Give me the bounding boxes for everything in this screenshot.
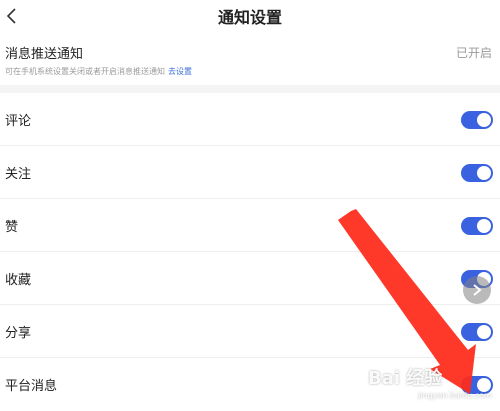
setting-row-share: 分享 <box>0 305 500 358</box>
setting-label: 平台消息 <box>5 379 58 394</box>
push-notification-section: 消息推送通知 已开启 可在手机系统设置关闭或者开启消息推送通知 去设置 <box>0 33 500 85</box>
watermark-logo: Bai 经验 <box>368 368 443 389</box>
watermark-url: jingyan.baidu.com <box>418 391 492 400</box>
like-toggle[interactable] <box>461 217 493 235</box>
follow-toggle[interactable] <box>461 164 493 182</box>
push-notification-title: 消息推送通知 <box>5 47 84 62</box>
push-hint-text: 可在手机系统设置关闭或者开启消息推送通知 <box>5 67 165 76</box>
toggle-knob <box>477 113 491 127</box>
setting-row-comment: 评论 <box>0 93 500 146</box>
comment-toggle[interactable] <box>461 111 493 129</box>
go-settings-link[interactable]: 去设置 <box>168 67 192 76</box>
push-notification-hint: 可在手机系统设置关闭或者开启消息推送通知 去设置 <box>5 66 192 77</box>
setting-row-favorite: 收藏 <box>0 252 500 305</box>
share-toggle[interactable] <box>461 323 493 341</box>
setting-label: 赞 <box>5 220 19 235</box>
toggle-knob <box>477 166 491 180</box>
page-title: 通知设置 <box>217 8 282 27</box>
chevron-right-icon <box>473 284 482 296</box>
header-bar: 通知设置 <box>0 0 500 33</box>
toggle-knob <box>477 325 491 339</box>
setting-row-like: 赞 <box>0 199 500 252</box>
section-divider <box>0 85 500 93</box>
setting-label: 收藏 <box>5 273 32 288</box>
setting-label: 关注 <box>5 167 32 182</box>
push-notification-status: 已开启 <box>455 46 492 60</box>
toggle-knob <box>477 219 491 233</box>
setting-label: 评论 <box>5 114 32 129</box>
toggle-knob <box>477 378 491 392</box>
setting-row-follow: 关注 <box>0 146 500 199</box>
floating-next-button[interactable] <box>463 276 491 304</box>
setting-label: 分享 <box>5 326 32 341</box>
